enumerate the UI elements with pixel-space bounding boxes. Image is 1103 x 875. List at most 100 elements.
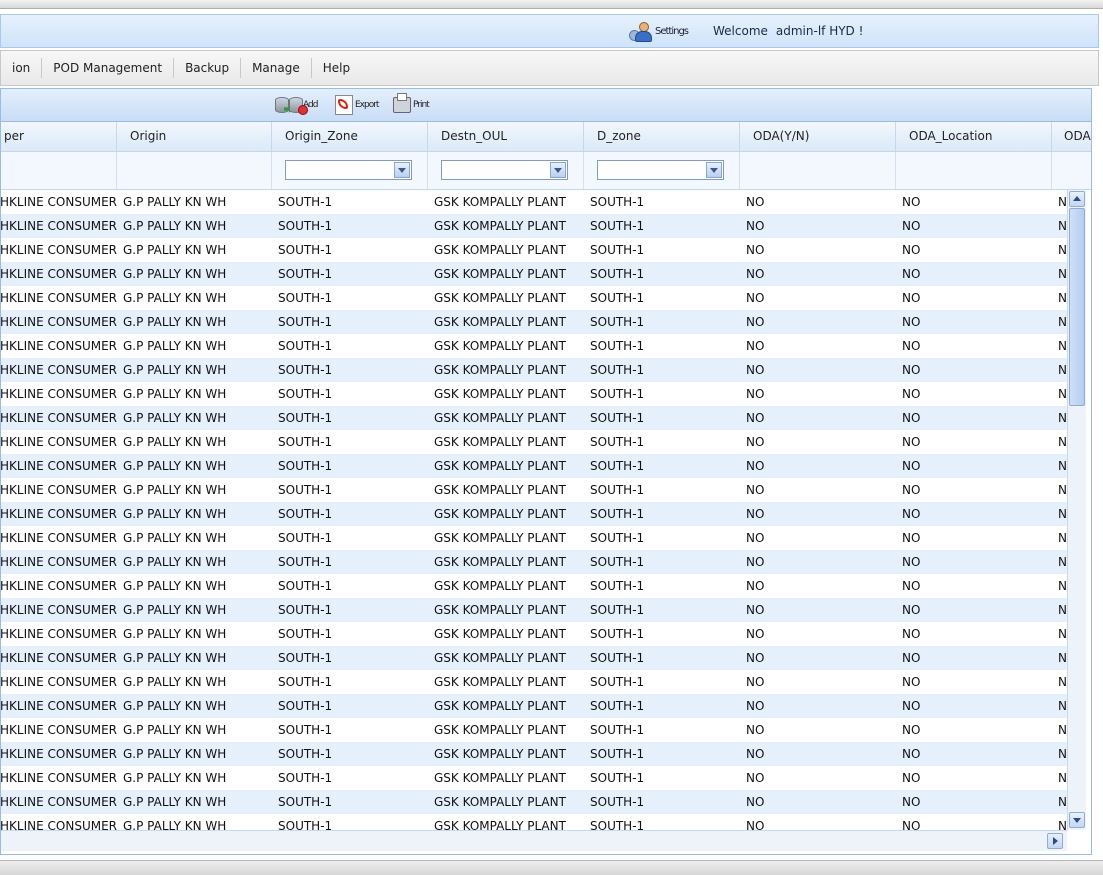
cell-origin-zone: SOUTH-1 (278, 579, 333, 593)
table-row[interactable]: GLAXOSMITHKLINE CONSUMER G.P PALLY KN WH S… (1, 550, 1067, 574)
cell-oda-location: NO (902, 315, 921, 329)
cell-shipper: GLAXOSMITHKLINE CONSUMER (1, 603, 117, 617)
table-row[interactable]: GLAXOSMITHKLINE CONSUMER G.P PALLY KN WH S… (1, 430, 1067, 454)
table-row[interactable]: GLAXOSMITHKLINE CONSUMER G.P PALLY KN WH S… (1, 526, 1067, 550)
cell-d-zone: SOUTH-1 (590, 411, 645, 425)
database-delete-icon (289, 97, 308, 115)
cell-oda: NO (1058, 531, 1067, 545)
database-add-icon (275, 97, 293, 113)
cell-oda: NO (1058, 747, 1067, 761)
cell-origin-zone: SOUTH-1 (278, 531, 333, 545)
cell-d-zone: SOUTH-1 (590, 723, 645, 737)
origin-zone-filter-select[interactable] (285, 160, 412, 180)
scroll-up-icon[interactable] (1069, 191, 1085, 207)
cell-oda-yn: NO (746, 435, 765, 449)
cell-d-zone: SOUTH-1 (590, 507, 645, 521)
menu-item-manage[interactable]: Manage (241, 58, 312, 78)
export-pdf-button[interactable]: Export (335, 95, 391, 115)
column-header-oda-location[interactable]: ODA_Location (896, 122, 1052, 151)
menu-item-administration[interactable]: ion (1, 58, 43, 78)
settings-link[interactable]: Settings (655, 26, 703, 37)
chevron-down-icon[interactable] (550, 162, 566, 178)
table-row[interactable]: GLAXOSMITHKLINE CONSUMER G.P PALLY KN WH S… (1, 238, 1067, 262)
cell-oda-location: NO (902, 627, 921, 641)
column-header-oda-yn[interactable]: ODA(Y/N) (740, 122, 896, 151)
chevron-down-icon[interactable] (394, 162, 410, 178)
cell-d-zone: SOUTH-1 (590, 795, 645, 809)
cell-origin: G.P PALLY KN WH (123, 795, 227, 809)
table-row[interactable]: GLAXOSMITHKLINE CONSUMER G.P PALLY KN WH S… (1, 574, 1067, 598)
table-row[interactable]: GLAXOSMITHKLINE CONSUMER G.P PALLY KN WH S… (1, 742, 1067, 766)
cell-origin: G.P PALLY KN WH (123, 699, 227, 713)
print-button[interactable]: Print (393, 93, 443, 115)
export-label: Export (355, 100, 379, 110)
column-header-destn-oul[interactable]: Destn_OUL (428, 122, 584, 151)
scroll-right-icon[interactable] (1047, 833, 1063, 849)
horizontal-scrollbar[interactable] (1, 830, 1067, 851)
add-button[interactable]: Add (275, 95, 323, 115)
filter-cell-d-zone (584, 152, 740, 189)
column-header-oda[interactable]: ODA (1052, 122, 1091, 151)
table-row[interactable]: GLAXOSMITHKLINE CONSUMER G.P PALLY KN WH S… (1, 262, 1067, 286)
cell-destn-oul: GSK KOMPALLY PLANT (434, 459, 566, 473)
cell-d-zone: SOUTH-1 (590, 435, 645, 449)
table-row[interactable]: GLAXOSMITHKLINE CONSUMER G.P PALLY KN WH S… (1, 286, 1067, 310)
user-settings-icon[interactable] (629, 20, 653, 42)
cell-destn-oul: GSK KOMPALLY PLANT (434, 627, 566, 641)
column-header-d-zone[interactable]: D_zone (584, 122, 740, 151)
cell-d-zone: SOUTH-1 (590, 699, 645, 713)
cell-d-zone: SOUTH-1 (590, 363, 645, 377)
cell-oda: NO (1058, 291, 1067, 305)
table-row[interactable]: GLAXOSMITHKLINE CONSUMER G.P PALLY KN WH S… (1, 310, 1067, 334)
cell-destn-oul: GSK KOMPALLY PLANT (434, 243, 566, 257)
vertical-scroll-thumb[interactable] (1069, 208, 1085, 406)
table-row[interactable]: GLAXOSMITHKLINE CONSUMER G.P PALLY KN WH S… (1, 718, 1067, 742)
cell-shipper: GLAXOSMITHKLINE CONSUMER (1, 435, 117, 449)
table-row[interactable]: GLAXOSMITHKLINE CONSUMER G.P PALLY KN WH S… (1, 358, 1067, 382)
cell-shipper: GLAXOSMITHKLINE CONSUMER (1, 195, 117, 209)
cell-d-zone: SOUTH-1 (590, 243, 645, 257)
menu-item-pod-management[interactable]: POD Management (42, 58, 175, 78)
cell-oda: NO (1058, 507, 1067, 521)
table-row[interactable]: GLAXOSMITHKLINE CONSUMER G.P PALLY KN WH S… (1, 214, 1067, 238)
cell-oda-yn: NO (746, 339, 765, 353)
table-row[interactable]: GLAXOSMITHKLINE CONSUMER G.P PALLY KN WH S… (1, 790, 1067, 814)
table-row[interactable]: GLAXOSMITHKLINE CONSUMER G.P PALLY KN WH S… (1, 334, 1067, 358)
table-row[interactable]: GLAXOSMITHKLINE CONSUMER G.P PALLY KN WH S… (1, 694, 1067, 718)
cell-origin: G.P PALLY KN WH (123, 771, 227, 785)
column-header-origin[interactable]: Origin (117, 122, 272, 151)
cell-oda: NO (1058, 651, 1067, 665)
table-row[interactable]: GLAXOSMITHKLINE CONSUMER G.P PALLY KN WH S… (1, 502, 1067, 526)
cell-oda-yn: NO (746, 675, 765, 689)
cell-destn-oul: GSK KOMPALLY PLANT (434, 267, 566, 281)
menu-item-help[interactable]: Help (312, 58, 361, 78)
table-row[interactable]: GLAXOSMITHKLINE CONSUMER G.P PALLY KN WH S… (1, 454, 1067, 478)
table-row[interactable]: GLAXOSMITHKLINE CONSUMER G.P PALLY KN WH S… (1, 406, 1067, 430)
table-row[interactable]: GLAXOSMITHKLINE CONSUMER G.P PALLY KN WH S… (1, 646, 1067, 670)
cell-oda-location: NO (902, 267, 921, 281)
chevron-down-icon[interactable] (706, 162, 722, 178)
cell-destn-oul: GSK KOMPALLY PLANT (434, 219, 566, 233)
cell-oda-location: NO (902, 291, 921, 305)
table-row[interactable]: GLAXOSMITHKLINE CONSUMER G.P PALLY KN WH S… (1, 622, 1067, 646)
menu-item-backup[interactable]: Backup (174, 58, 242, 78)
cell-d-zone: SOUTH-1 (590, 339, 645, 353)
cell-oda: NO (1058, 315, 1067, 329)
vertical-scrollbar[interactable] (1067, 190, 1086, 830)
table-row[interactable]: GLAXOSMITHKLINE CONSUMER G.P PALLY KN WH S… (1, 670, 1067, 694)
cell-shipper: GLAXOSMITHKLINE CONSUMER (1, 339, 117, 353)
d-zone-filter-select[interactable] (597, 160, 724, 180)
table-row[interactable]: GLAXOSMITHKLINE CONSUMER G.P PALLY KN WH S… (1, 814, 1067, 830)
scroll-down-icon[interactable] (1069, 812, 1085, 828)
grid-filter-row (1, 152, 1091, 190)
table-row[interactable]: GLAXOSMITHKLINE CONSUMER G.P PALLY KN WH S… (1, 190, 1067, 214)
column-header-shipper[interactable]: per (1, 122, 117, 151)
destn-oul-filter-select[interactable] (441, 160, 568, 180)
cell-shipper: GLAXOSMITHKLINE CONSUMER (1, 795, 117, 809)
table-row[interactable]: GLAXOSMITHKLINE CONSUMER G.P PALLY KN WH S… (1, 766, 1067, 790)
cell-destn-oul: GSK KOMPALLY PLANT (434, 579, 566, 593)
column-header-origin-zone[interactable]: Origin_Zone (272, 122, 428, 151)
table-row[interactable]: GLAXOSMITHKLINE CONSUMER G.P PALLY KN WH S… (1, 598, 1067, 622)
table-row[interactable]: GLAXOSMITHKLINE CONSUMER G.P PALLY KN WH S… (1, 382, 1067, 406)
table-row[interactable]: GLAXOSMITHKLINE CONSUMER G.P PALLY KN WH S… (1, 478, 1067, 502)
